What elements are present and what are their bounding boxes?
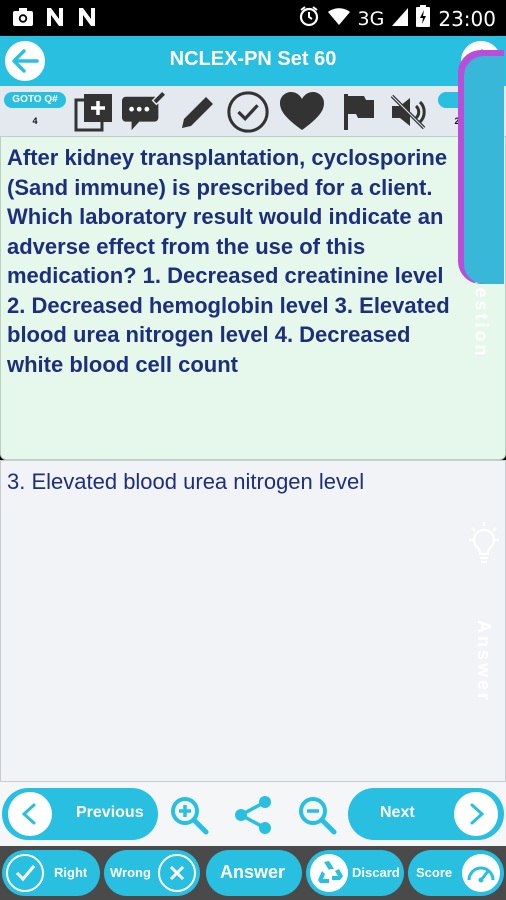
heart-icon[interactable] [280,90,324,134]
page-title: NCLEX-PN Set 60 [169,48,337,70]
wrong-label: Wrong [110,865,151,880]
answer-tab-label: Answer [474,619,495,703]
toolbar: GOTO Q# 4 Seen 2 times [0,86,506,136]
wrong-button[interactable]: Wrong [104,850,200,896]
zoom-in-icon[interactable] [166,792,212,838]
bottom-bar: Right Wrong Answer Discard Score [0,846,506,900]
discard-label: Discard [352,865,400,880]
next-label: Next [380,804,415,821]
chevron-left-icon [8,792,52,836]
network-type: 3G [357,7,385,30]
chevron-right-icon [454,792,498,836]
add-note-icon[interactable] [72,90,116,134]
answer-label: Answer [220,862,286,882]
answer-tab[interactable] [464,56,504,284]
camera-icon [12,6,34,28]
signal-icon [392,7,409,31]
nav-bar: Previous Next [0,782,506,846]
question-text: After kidney transplantation, cyclospori… [7,145,450,377]
status-bar: 3G 23:00 [0,0,506,36]
close-icon [158,854,196,892]
previous-label: Previous [76,804,144,821]
status-left-icons [12,6,98,28]
recycle-icon [310,854,348,892]
lightbulb-icon [468,518,500,566]
question-panel: After kidney transplantation, cyclospori… [0,136,506,460]
status-right-icons: 3G 23:00 [298,5,496,32]
check-icon [6,854,44,892]
score-label: Score [416,865,453,880]
battery-icon [416,5,431,32]
goto-button[interactable]: GOTO Q# [4,92,66,108]
goto-value: 4 [32,116,38,126]
right-button[interactable]: Right [2,850,100,896]
answer-text: 3. Elevated blood urea nitrogen level [7,469,365,494]
wifi-icon [327,7,350,31]
next-button[interactable]: Next [348,788,504,840]
pencil-icon[interactable] [176,90,220,134]
title-bar: NCLEX-PN Set 60 [0,36,506,86]
zoom-out-icon[interactable] [294,792,340,838]
n-icon [76,6,98,28]
alarm-icon [298,5,320,32]
comment-icon[interactable] [122,90,166,134]
answer-button[interactable]: Answer [206,850,302,896]
share-icon[interactable] [230,792,276,838]
n-icon [44,6,66,28]
discard-button[interactable]: Discard [306,850,404,896]
answer-panel: 3. Elevated blood urea nitrogen level [0,460,506,782]
mute-icon[interactable] [386,90,430,134]
flag-icon[interactable] [336,90,380,134]
previous-button[interactable]: Previous [2,788,158,840]
score-button[interactable]: Score [408,850,504,896]
gauge-icon [462,854,500,892]
clock: 23:00 [438,6,496,31]
right-label: Right [54,865,88,880]
check-circle-icon[interactable] [226,90,270,134]
